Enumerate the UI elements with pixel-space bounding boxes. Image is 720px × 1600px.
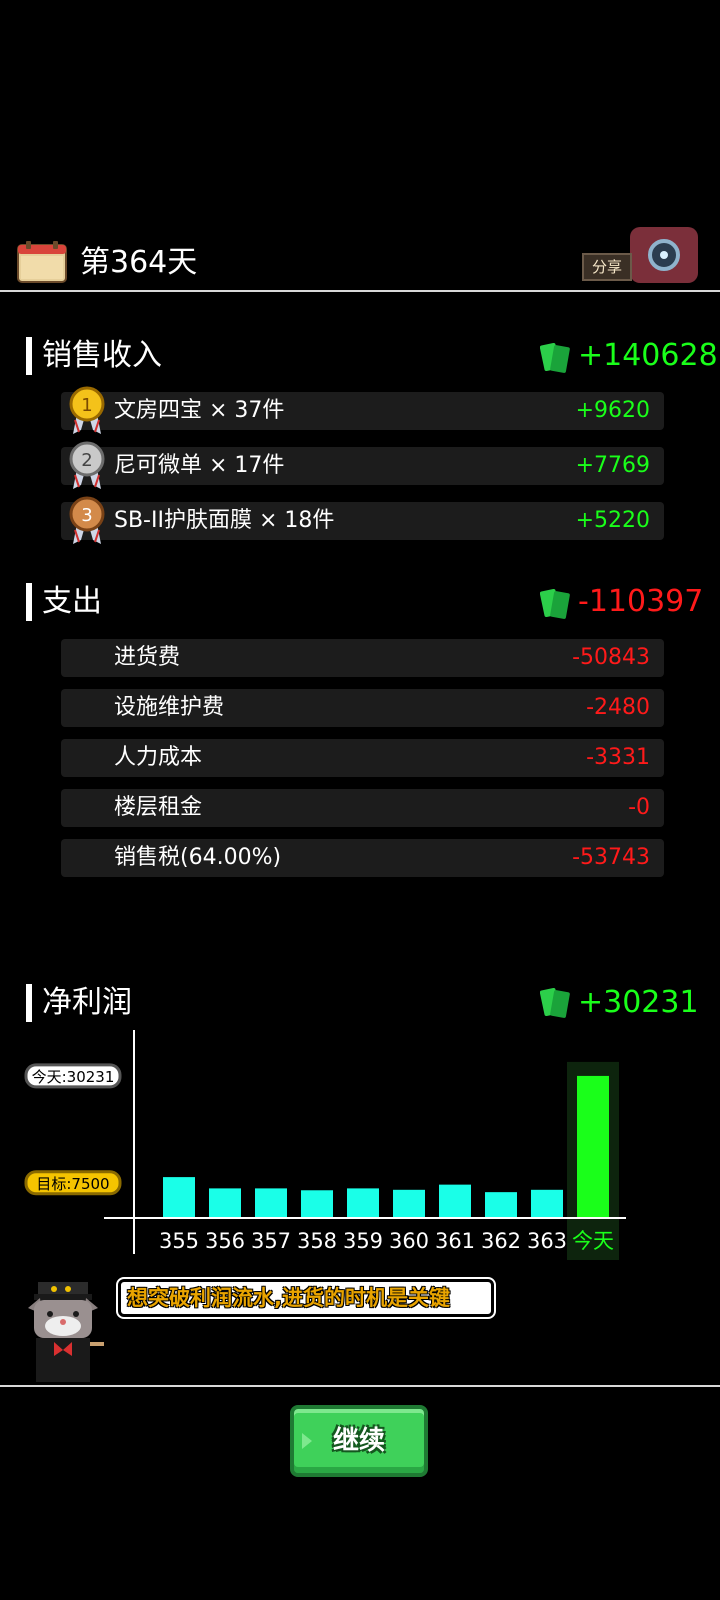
chart-bar: [209, 1188, 241, 1218]
day-title: 第364天: [80, 245, 198, 280]
profit-title: 净利润: [42, 985, 132, 1020]
medal-rank: 3: [81, 505, 92, 526]
product-amount: +7769: [575, 453, 650, 478]
expense-name: 销售税(64.00%): [114, 845, 282, 870]
profit-total: +30231: [578, 985, 699, 1020]
expense-name: 人力成本: [114, 745, 203, 770]
money-icon: [540, 342, 570, 373]
arrow-right-icon: [302, 1433, 312, 1449]
footer-divider: [0, 1385, 720, 1387]
income-row: 1 文房四宝 × 37件 +9620: [61, 386, 664, 434]
tip-text: 想突破利润流水,进货的时机是关键: [127, 1286, 450, 1310]
expense-row: 人力成本 -3331: [61, 739, 664, 777]
chart-bar: [163, 1177, 195, 1218]
income-row: 2 尼可微单 × 17件 +7769: [61, 441, 664, 489]
expense-row: 设施维护费 -2480: [61, 689, 664, 727]
income-section-bar: [26, 337, 32, 375]
continue-button[interactable]: 继续: [290, 1405, 428, 1477]
x-tick-label: 358: [297, 1229, 337, 1253]
medal-rank: 2: [81, 450, 92, 471]
product-name: SB-II护肤面膜 × 18件: [114, 508, 335, 533]
expense-row: 销售税(64.00%) -53743: [61, 839, 664, 877]
expense-name: 楼层租金: [114, 795, 203, 820]
expense-amount: -50843: [572, 645, 650, 670]
tip-bubble: 想突破利润流水,进货的时机是关键: [118, 1279, 494, 1317]
expense-row: 进货费 -50843: [61, 639, 664, 677]
income-row: 3 SB-II护肤面膜 × 18件 +5220: [61, 496, 664, 544]
chart-bar: [577, 1075, 609, 1218]
share-label: 分享: [582, 253, 632, 281]
chart-bar: [439, 1184, 471, 1218]
x-tick-label: 355: [159, 1229, 199, 1253]
expense-section-bar: [26, 583, 32, 621]
chart-bar: [485, 1192, 517, 1218]
chart-bar: [393, 1189, 425, 1218]
header-divider: [0, 290, 720, 292]
expense-amount: -53743: [572, 845, 650, 870]
expense-amount: -0: [628, 795, 650, 820]
bronze-medal-icon: 3: [69, 496, 105, 544]
product-amount: +9620: [575, 398, 650, 423]
income-total: +140628: [578, 338, 718, 373]
expense-amount: -2480: [586, 695, 650, 720]
product-name: 文房四宝 × 37件: [114, 398, 285, 423]
silver-medal-icon: 2: [69, 441, 105, 489]
money-icon: [540, 987, 570, 1018]
cat-character-icon: [28, 1282, 104, 1382]
camera-icon: [630, 227, 698, 283]
medal-rank: 1: [81, 395, 92, 416]
today-label: 今天:30231: [32, 1068, 115, 1086]
expense-name: 进货费: [114, 645, 181, 670]
profit-chart: 355 356 357 358 359 360 361 362 363 今天 今天:30231 目标:…: [24, 1030, 626, 1260]
chart-bar: [255, 1188, 287, 1218]
x-tick-label: 362: [481, 1229, 521, 1253]
money-icon: [540, 588, 570, 619]
x-tick-label: 361: [435, 1229, 475, 1253]
target-label: 目标:7500: [36, 1175, 109, 1193]
x-tick-label: 360: [389, 1229, 429, 1253]
gold-medal-icon: 1: [69, 386, 105, 434]
product-name: 尼可微单 × 17件: [114, 453, 285, 478]
chart-bar: [347, 1188, 379, 1218]
x-tick-label: 359: [343, 1229, 383, 1253]
calendar-icon: [17, 241, 67, 283]
expense-title: 支出: [42, 584, 102, 619]
expense-row: 楼层租金 -0: [61, 789, 664, 827]
product-amount: +5220: [575, 508, 650, 533]
chart-bar: [301, 1190, 333, 1218]
expense-total: -110397: [578, 584, 704, 619]
profit-section-bar: [26, 984, 32, 1022]
expense-name: 设施维护费: [114, 695, 225, 720]
share-button[interactable]: 分享: [580, 223, 704, 285]
x-tick-label: 363: [527, 1229, 567, 1253]
x-tick-label: 356: [205, 1229, 245, 1253]
x-tick-label: 今天: [572, 1229, 614, 1253]
x-tick-label: 357: [251, 1229, 291, 1253]
chart-bar: [531, 1189, 563, 1218]
income-title: 销售收入: [42, 338, 162, 373]
expense-amount: -3331: [586, 745, 650, 770]
